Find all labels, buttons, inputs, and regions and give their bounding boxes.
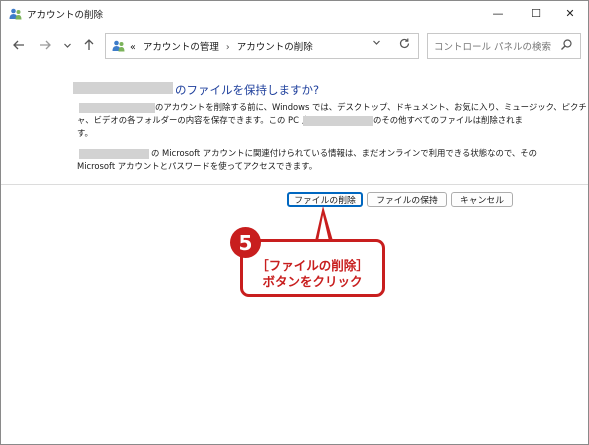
callout-pointer: [315, 206, 333, 241]
step-number-badge: 5: [230, 227, 261, 258]
callout-text: ボタンをクリック: [262, 274, 363, 289]
callout-box: ［ファイルの削除］ ボタンをクリック: [240, 239, 385, 297]
app-window: アカウントの削除 — ☐ ✕ « アカウントの管理 › アカウントの削除 コント…: [0, 0, 589, 445]
